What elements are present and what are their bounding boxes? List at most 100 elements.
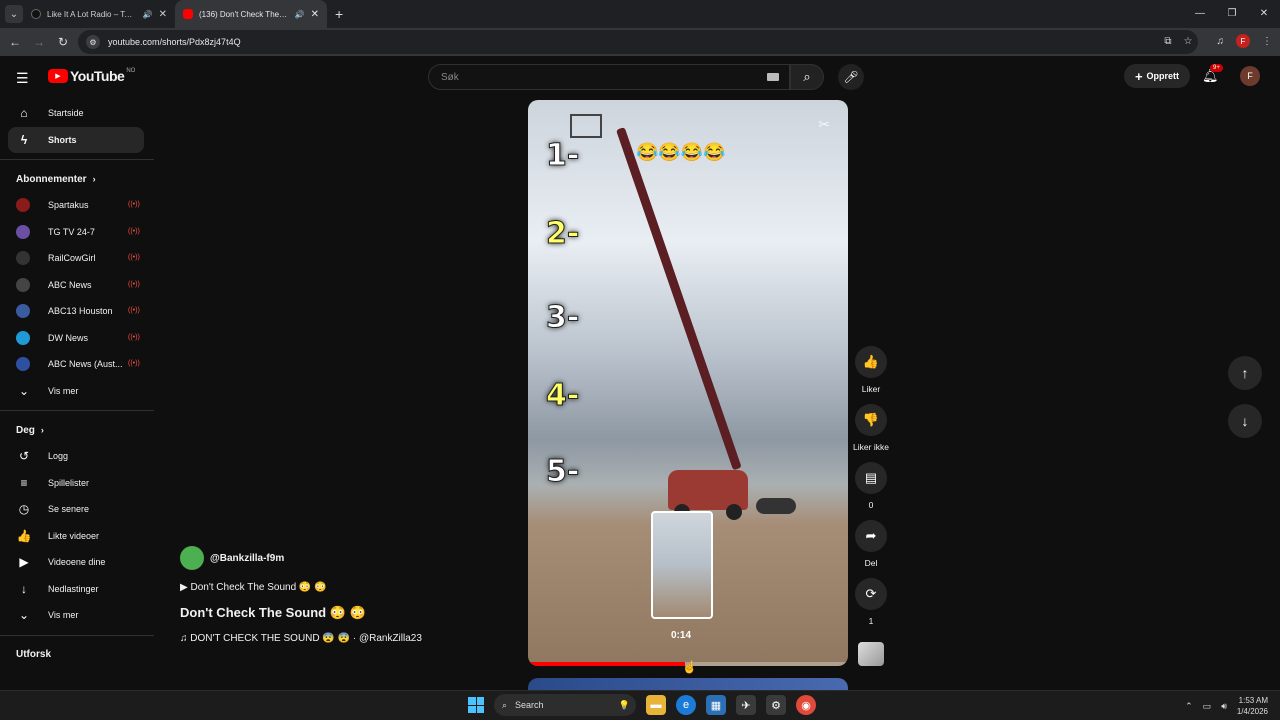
- sidebar-subscription-item[interactable]: TG TV 24-7 ((•)): [0, 219, 146, 246]
- sidebar-subscription-item[interactable]: ABC13 Houston ((•)): [0, 298, 146, 325]
- sidebar-you-item[interactable]: ▶ Videoene dine: [0, 549, 146, 576]
- next-short-peek[interactable]: [528, 678, 848, 690]
- sidebar-item-label: Spillelister: [48, 477, 90, 488]
- tab-search-button[interactable]: ⌄: [5, 5, 23, 23]
- channel-row[interactable]: @Bankzilla-f9m: [180, 546, 480, 570]
- app-icon[interactable]: ⚙: [766, 695, 786, 715]
- close-window-button[interactable]: ✕: [1248, 0, 1280, 28]
- search-input[interactable]: Søk: [428, 64, 790, 90]
- sidebar-subscription-item[interactable]: ABC News (Aust... ((•)): [0, 351, 146, 378]
- action-label: 1: [868, 616, 874, 626]
- bookmark-star-icon[interactable]: ☆: [1184, 36, 1193, 47]
- address-bar[interactable]: ⚙ youtube.com/shorts/Pdx8zj47t4Q: [78, 30, 1198, 54]
- overlay-number-3: 3-: [545, 300, 580, 336]
- sidebar-you-item[interactable]: ≡ Spillelister: [0, 470, 146, 497]
- dislike-icon[interactable]: 👎: [855, 404, 887, 436]
- store-icon[interactable]: ▦: [706, 695, 726, 715]
- youtube-logo[interactable]: ▶ YouTube NO: [48, 68, 135, 84]
- action-label: Liker: [861, 384, 881, 394]
- sidebar-you-item[interactable]: ↺ Logg: [0, 443, 146, 470]
- overlay-emojis: 😂😂😂😂: [636, 142, 726, 162]
- audio-icon[interactable]: 🔊: [295, 10, 305, 19]
- sound-thumbnail[interactable]: [858, 642, 884, 666]
- share-action[interactable]: ➦ Del: [850, 520, 892, 568]
- sidebar-item-label: ABC News: [48, 279, 92, 290]
- site-info-icon[interactable]: ⚙: [86, 35, 100, 49]
- short-video-player[interactable]: 1- 2- 3- 4- 5- 😂😂😂😂 ✂ 0:14: [528, 100, 848, 666]
- sidebar-item-label: Spartakus: [48, 200, 89, 211]
- subscriptions-show-more[interactable]: ⌄ Vis mer: [0, 378, 146, 405]
- volume-icon[interactable]: 🔊︎: [1221, 701, 1227, 712]
- browser-tab-bar: ⌄ Like It A Lot Radio – Todays 🔊 ✕ (136)…: [0, 0, 1280, 28]
- install-app-icon[interactable]: ⧉: [1164, 36, 1171, 47]
- playlist-link[interactable]: ▶ Don't Check The Sound 😳 😳: [180, 582, 480, 593]
- channel-avatar[interactable]: [180, 546, 204, 570]
- sidebar-you-item[interactable]: ◷ Se senere: [0, 496, 146, 523]
- remix-action[interactable]: ⟳ 1: [850, 578, 892, 626]
- taskbar-search[interactable]: ⌕ Search 💡: [494, 694, 636, 716]
- previous-short-button[interactable]: ↑: [1228, 356, 1262, 390]
- edge-icon[interactable]: e: [676, 695, 696, 715]
- maximize-button[interactable]: ❐: [1216, 0, 1248, 28]
- you-heading-label: Deg: [16, 424, 35, 436]
- back-button[interactable]: ←: [3, 35, 27, 49]
- sound-link[interactable]: ♫ DON'T CHECK THE SOUND 😨 😨 · @RankZilla…: [180, 633, 480, 644]
- search-button[interactable]: ⌕: [790, 64, 824, 90]
- sidebar-item-icon: ↺: [18, 449, 30, 464]
- video-wheel: [726, 504, 742, 520]
- notifications-button[interactable]: 🔔︎ 9+: [1202, 64, 1223, 84]
- remix-icon[interactable]: ⟳: [855, 578, 887, 610]
- you-show-more[interactable]: ⌄ Vis mer: [0, 602, 146, 629]
- sidebar-you-item[interactable]: ↓ Nedlastinger: [0, 576, 146, 603]
- close-tab-icon[interactable]: ✕: [159, 9, 167, 20]
- dislike-action[interactable]: 👎 Liker ikke: [850, 404, 892, 452]
- close-tab-icon[interactable]: ✕: [311, 9, 319, 20]
- file-explorer-icon[interactable]: ▬: [646, 695, 666, 715]
- media-control-icon[interactable]: ♫: [1217, 36, 1225, 47]
- browser-menu-icon[interactable]: ⋮: [1262, 36, 1272, 47]
- channel-name[interactable]: @Bankzilla-f9m: [210, 553, 284, 564]
- account-avatar[interactable]: F: [1240, 66, 1260, 86]
- sidebar-item-home[interactable]: ⌂ Startside: [0, 100, 146, 127]
- home-icon: ⌂: [20, 106, 28, 121]
- browser-tab-1[interactable]: Like It A Lot Radio – Todays 🔊 ✕: [23, 0, 175, 28]
- sidebar-item-icon: ▶: [19, 555, 29, 570]
- like-action[interactable]: 👍 Liker: [850, 346, 892, 394]
- reload-button[interactable]: ↻: [51, 35, 75, 49]
- tray-overflow-icon[interactable]: ⌃: [1185, 701, 1193, 712]
- overlay-number-1: 1-: [545, 138, 580, 174]
- sidebar-subscription-item[interactable]: ABC News ((•)): [0, 272, 146, 299]
- sidebar-item-label: Logg: [48, 451, 69, 462]
- subscriptions-heading[interactable]: Abonnementer ›: [0, 166, 154, 192]
- next-short-button[interactable]: ↓: [1228, 404, 1262, 438]
- browser-profile-avatar[interactable]: F: [1236, 34, 1250, 48]
- you-heading[interactable]: Deg ›: [0, 417, 154, 443]
- chrome-icon[interactable]: ◉: [796, 695, 816, 715]
- browser-tab-2[interactable]: (136) Don't Check The Sound 🔊 ✕: [175, 0, 327, 28]
- chevron-down-icon: ⌄: [18, 383, 30, 398]
- audio-icon[interactable]: 🔊: [143, 10, 153, 19]
- keyboard-icon[interactable]: [767, 73, 779, 81]
- voice-search-button[interactable]: 🎤︎: [838, 64, 864, 90]
- sidebar-subscription-item[interactable]: RailCowGirl ((•)): [0, 245, 146, 272]
- sidebar-subscription-item[interactable]: Spartakus ((•)): [0, 192, 146, 219]
- sidebar-you-item[interactable]: 👍 Likte videoer: [0, 523, 146, 550]
- new-tab-button[interactable]: +: [335, 6, 343, 22]
- like-icon[interactable]: 👍: [855, 346, 887, 378]
- live-indicator-icon: ((•)): [128, 254, 140, 262]
- forward-button[interactable]: →: [27, 35, 51, 49]
- network-icon[interactable]: ▭: [1203, 701, 1212, 712]
- clock[interactable]: 1:53 AM 1/4/2026: [1237, 695, 1268, 717]
- app-icon[interactable]: ✈: [736, 695, 756, 715]
- tab-title: (136) Don't Check The Sound: [199, 9, 289, 19]
- share-icon[interactable]: ➦: [855, 520, 887, 552]
- sidebar-subscription-item[interactable]: DW News ((•)): [0, 325, 146, 352]
- system-tray: ⌃ ▭ 🔊︎ 1:53 AM 1/4/2026: [1185, 695, 1268, 717]
- comment-icon[interactable]: ▤: [855, 462, 887, 494]
- comment-action[interactable]: ▤ 0: [850, 462, 892, 510]
- minimize-button[interactable]: —: [1184, 0, 1216, 28]
- hamburger-menu-icon[interactable]: ☰: [16, 70, 29, 87]
- create-button[interactable]: + Opprett: [1124, 64, 1190, 88]
- sidebar-item-shorts[interactable]: ϟ Shorts: [8, 126, 144, 153]
- windows-start-icon[interactable]: [468, 697, 484, 713]
